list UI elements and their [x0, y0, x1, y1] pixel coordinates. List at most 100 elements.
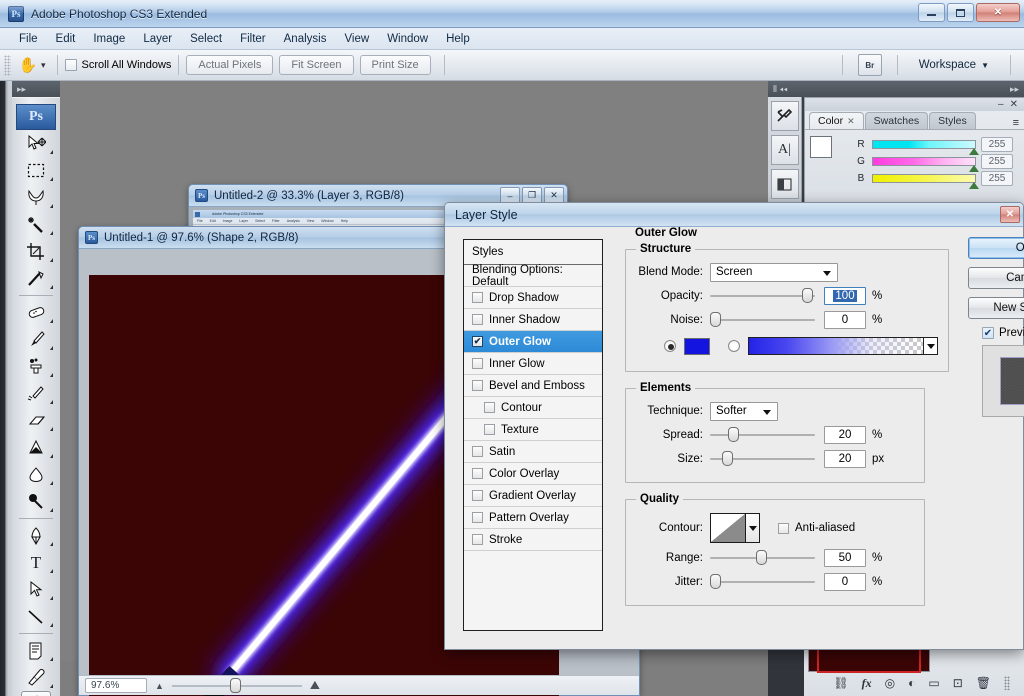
color-panel-swatches[interactable]	[810, 136, 848, 171]
style-checkbox-icon[interactable]	[472, 358, 483, 369]
small-mountain-icon[interactable]: ▲	[155, 681, 164, 691]
glow-color-swatch[interactable]	[684, 337, 710, 355]
anti-aliased-checkbox[interactable]: Anti-aliased	[778, 522, 855, 534]
chevron-down-icon[interactable]	[746, 513, 760, 543]
style-checkbox-icon[interactable]	[472, 314, 483, 325]
style-item-stroke[interactable]: Stroke	[464, 529, 602, 551]
line-tool-icon[interactable]	[15, 603, 57, 630]
menu-filter[interactable]: Filter	[231, 31, 275, 47]
style-item-color-overlay[interactable]: Color Overlay	[464, 463, 602, 485]
maximize-button[interactable]	[947, 3, 974, 22]
dialog-titlebar[interactable]: Layer Style ✕	[445, 203, 1023, 227]
jitter-input[interactable]: 0	[824, 573, 866, 591]
cancel-button[interactable]: Cancel	[968, 267, 1024, 289]
channel-value-b[interactable]: 255	[981, 171, 1013, 186]
slider-thumb[interactable]	[969, 182, 979, 189]
style-item-satin[interactable]: Satin	[464, 441, 602, 463]
print-size-button[interactable]: Print Size	[359, 55, 431, 75]
workspace-button[interactable]: Workspace ▼	[913, 56, 995, 74]
style-checkbox-icon[interactable]	[472, 512, 483, 523]
dock-header[interactable]: ⦀ ◂◂ ▸▸	[768, 81, 1024, 97]
channel-slider-b[interactable]	[872, 174, 979, 189]
slider-thumb[interactable]	[710, 574, 721, 589]
panel-minimize-icon[interactable]: –	[998, 99, 1004, 110]
adjustment-layer-icon[interactable]: ◐	[908, 676, 915, 690]
spread-slider[interactable]	[710, 427, 815, 442]
noise-slider[interactable]	[710, 312, 815, 327]
style-item-inner-glow[interactable]: Inner Glow	[464, 353, 602, 375]
style-checkbox-icon[interactable]	[472, 446, 483, 457]
slice-tool-icon[interactable]	[15, 265, 57, 292]
fill-type-color-radio[interactable]	[664, 340, 676, 352]
scroll-all-windows-checkbox[interactable]: Scroll All Windows	[64, 59, 171, 71]
new-style-button[interactable]: New Style...	[968, 297, 1024, 319]
minimize-button[interactable]	[918, 3, 945, 22]
panel-resize-grip[interactable]	[1004, 676, 1010, 690]
channel-value-r[interactable]: 255	[981, 137, 1013, 152]
style-checkbox-icon[interactable]	[472, 468, 483, 479]
contour-preview[interactable]	[710, 513, 746, 543]
style-item-drop-shadow[interactable]: Drop Shadow	[464, 287, 602, 309]
slider-thumb[interactable]	[969, 165, 979, 172]
brush-tool-icon[interactable]	[15, 326, 57, 353]
slider-thumb[interactable]	[710, 312, 721, 327]
style-item-texture[interactable]: Texture	[464, 419, 602, 441]
style-checkbox-icon[interactable]	[472, 490, 483, 501]
technique-select[interactable]: Softer	[710, 401, 778, 421]
dock-grip[interactable]: ⦀ ◂◂	[773, 84, 788, 95]
tab-close-icon[interactable]: ✕	[847, 116, 855, 127]
channel-slider-g[interactable]	[872, 157, 979, 172]
channel-slider-r[interactable]	[872, 140, 979, 155]
add-layer-mask-icon[interactable]: ◎	[885, 676, 895, 690]
gradient-tool-icon[interactable]	[15, 434, 57, 461]
menu-layer[interactable]: Layer	[134, 31, 181, 47]
style-checkbox-icon-checked[interactable]: ✔	[472, 336, 483, 347]
menu-window[interactable]: Window	[378, 31, 437, 47]
tab-color[interactable]: Color ✕	[809, 112, 864, 129]
magic-wand-tool-icon[interactable]	[15, 211, 57, 238]
slider-thumb[interactable]	[756, 550, 767, 565]
checkbox-icon-checked[interactable]: ✔	[982, 327, 994, 339]
style-checkbox-icon[interactable]	[484, 402, 495, 413]
close-button[interactable]: ✕	[976, 3, 1020, 22]
menu-view[interactable]: View	[335, 31, 378, 47]
fill-type-gradient-radio[interactable]	[728, 340, 740, 352]
range-slider[interactable]	[710, 550, 815, 565]
panel-foreground-swatch[interactable]	[810, 136, 832, 158]
healing-brush-tool-icon[interactable]	[15, 299, 57, 326]
menu-file[interactable]: File	[10, 31, 47, 47]
preview-checkbox[interactable]: ✔ Preview	[982, 327, 1024, 339]
dodge-tool-icon[interactable]	[15, 488, 57, 515]
spread-input[interactable]: 20	[824, 426, 866, 444]
style-checkbox-icon[interactable]	[472, 292, 483, 303]
tab-styles[interactable]: Styles	[929, 112, 976, 129]
large-mountain-icon[interactable]: ⛰	[310, 678, 320, 693]
blend-mode-select[interactable]: Screen	[710, 262, 838, 282]
eyedropper-tool-icon[interactable]	[15, 664, 57, 691]
clone-stamp-tool-icon[interactable]	[15, 353, 57, 380]
fit-screen-button[interactable]: Fit Screen	[279, 55, 354, 75]
rectangular-marquee-tool-icon[interactable]	[15, 157, 57, 184]
contour-picker[interactable]	[710, 513, 760, 543]
actual-pixels-button[interactable]: Actual Pixels	[186, 55, 274, 75]
crop-tool-icon[interactable]	[15, 238, 57, 265]
dialog-close-button[interactable]: ✕	[1000, 206, 1020, 223]
glow-gradient-picker[interactable]	[748, 337, 938, 355]
size-input[interactable]: 20	[824, 450, 866, 468]
style-item-contour[interactable]: Contour	[464, 397, 602, 419]
ok-button[interactable]: OK	[968, 237, 1024, 259]
slider-thumb[interactable]	[728, 427, 739, 442]
slider-thumb[interactable]	[722, 451, 733, 466]
tab-swatches[interactable]: Swatches	[864, 112, 929, 129]
style-item-gradient-overlay[interactable]: Gradient Overlay	[464, 485, 602, 507]
slider-thumb[interactable]	[802, 288, 813, 303]
tool-preset-chevron-down-icon[interactable]: ▾	[41, 60, 46, 71]
path-selection-tool-icon[interactable]	[15, 576, 57, 603]
lasso-tool-icon[interactable]	[15, 184, 57, 211]
chevron-down-icon[interactable]	[923, 338, 937, 354]
layer-style-fx-icon[interactable]: fx	[862, 676, 872, 691]
style-item-inner-shadow[interactable]: Inner Shadow	[464, 309, 602, 331]
menu-edit[interactable]: Edit	[47, 31, 85, 47]
checkbox-icon[interactable]	[778, 522, 789, 534]
size-slider[interactable]	[710, 451, 815, 466]
